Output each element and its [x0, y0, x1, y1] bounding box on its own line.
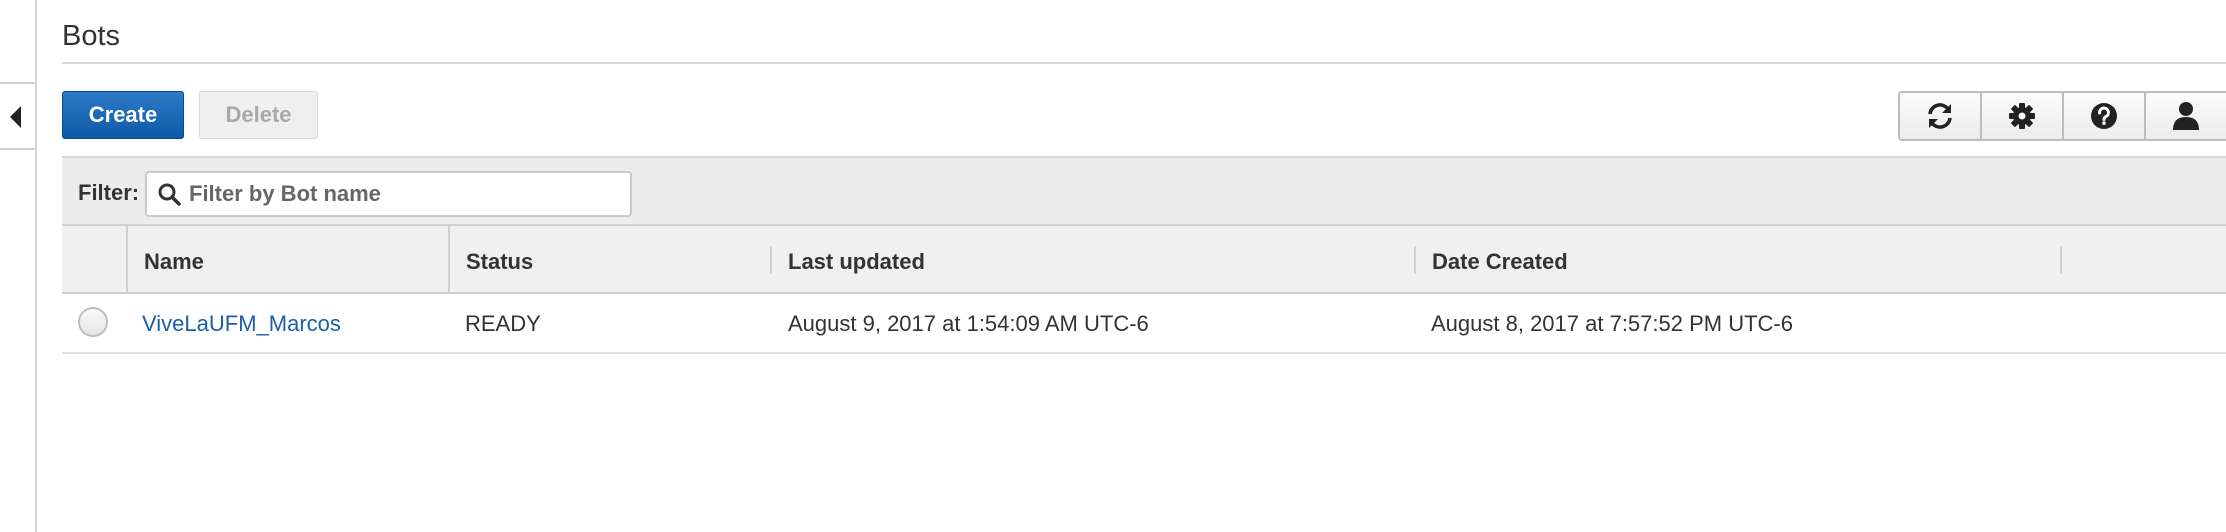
filter-label: Filter:: [78, 180, 140, 205]
date-created-cell: August 8, 2017 at 7:57:52 PM UTC-6: [1431, 311, 1793, 336]
left-panel-divider-top: [0, 82, 36, 84]
left-panel-divider-bottom: [0, 148, 36, 150]
title-divider: [62, 62, 2226, 64]
left-nav-panel: [0, 0, 37, 532]
column-divider: [126, 226, 128, 292]
settings-button[interactable]: [1982, 93, 2064, 139]
column-divider: [770, 246, 772, 274]
bot-name-link[interactable]: ViveLaUFM_Marcos: [142, 311, 341, 336]
filter-input[interactable]: [185, 173, 633, 215]
filter-input-container: [145, 171, 633, 217]
search-icon: [158, 183, 181, 206]
column-header-last-updated[interactable]: Last updated: [788, 249, 925, 275]
row-select-radio[interactable]: [78, 307, 108, 337]
bot-name-cell: ViveLaUFM_Marcos: [142, 311, 341, 337]
account-button[interactable]: [2146, 93, 2225, 139]
user-icon: [2172, 102, 2199, 130]
delete-button[interactable]: Delete: [199, 91, 318, 139]
refresh-icon: [1928, 103, 1952, 129]
toolbar-icon-group: [1898, 91, 2226, 141]
column-divider: [1414, 246, 1416, 274]
help-icon: [2091, 103, 2117, 129]
page-title: Bots: [62, 20, 121, 52]
column-header-name[interactable]: Name: [144, 249, 204, 275]
expand-sidebar-button[interactable]: [6, 104, 26, 130]
table-row[interactable]: ViveLaUFM_Marcos READY August 9, 2017 at…: [62, 294, 2226, 354]
refresh-button[interactable]: [1900, 93, 1982, 139]
column-header-status[interactable]: Status: [466, 249, 533, 275]
left-panel-border: [35, 0, 37, 532]
column-divider: [448, 226, 450, 292]
table-header: Name Status Last updated Date Created: [62, 226, 2226, 294]
column-header-date-created[interactable]: Date Created: [1432, 249, 1568, 275]
column-divider: [2060, 246, 2062, 274]
create-button[interactable]: Create: [62, 91, 184, 139]
bots-page: Bots Create Delete Filter: Filter by Bot…: [0, 0, 2226, 532]
caret-left-icon: [10, 106, 21, 128]
gear-icon: [2009, 103, 2035, 129]
help-button[interactable]: [2064, 93, 2146, 139]
last-updated-cell: August 9, 2017 at 1:54:09 AM UTC-6: [788, 311, 1149, 336]
bot-status-cell: READY: [465, 311, 541, 336]
filter-bar: Filter:: [62, 156, 2226, 226]
